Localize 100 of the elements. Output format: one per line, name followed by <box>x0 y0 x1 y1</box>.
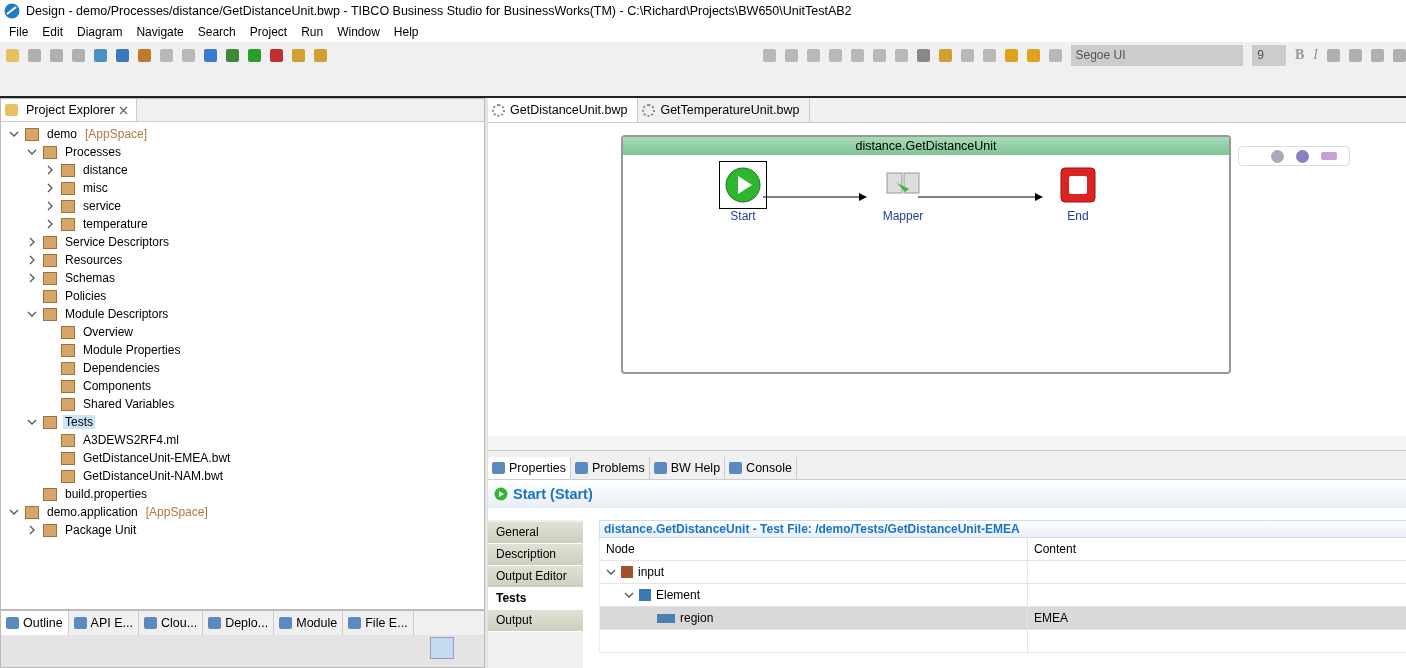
panel-tab[interactable]: Problems <box>571 457 650 479</box>
tree-item[interactable]: Tests <box>63 415 95 429</box>
tree-item[interactable]: Shared Variables <box>81 397 177 411</box>
stop-icon <box>1060 167 1096 203</box>
panel-tab[interactable]: Console <box>725 457 797 479</box>
editor-tab[interactable]: GetTemperatureUnit.bwp <box>638 98 811 122</box>
chevron-icon[interactable] <box>606 567 616 577</box>
menu-item[interactable]: Project <box>242 25 295 39</box>
menu-item[interactable]: Window <box>330 25 387 39</box>
column-header: Node <box>600 538 1028 560</box>
panel-tab[interactable]: BW Help <box>649 457 726 479</box>
tree-item[interactable]: Overview <box>81 325 135 339</box>
chevron-icon[interactable] <box>27 237 37 247</box>
item-icon <box>43 307 57 321</box>
menu-item[interactable]: Edit <box>35 25 71 39</box>
item-icon <box>61 181 75 195</box>
section-tab[interactable]: Output Editor <box>488 566 583 588</box>
tree-item[interactable]: Package Unit <box>63 523 139 537</box>
chevron-icon[interactable] <box>45 201 55 211</box>
chevron-icon[interactable] <box>27 309 37 319</box>
node-label: Mapper <box>882 209 924 223</box>
chevron-icon[interactable] <box>27 525 37 535</box>
explorer-tab[interactable]: Project Explorer <box>1 99 137 121</box>
close-icon[interactable] <box>118 105 128 115</box>
tree-item[interactable]: Processes <box>63 145 124 159</box>
item-icon <box>25 127 39 141</box>
item-icon <box>43 271 57 285</box>
chevron-icon[interactable] <box>27 255 37 265</box>
tool-icon[interactable] <box>226 48 239 62</box>
item-icon <box>61 163 75 177</box>
tool-icon[interactable] <box>248 48 261 62</box>
menu-item[interactable]: Navigate <box>129 25 191 39</box>
table-cell: region <box>680 611 714 625</box>
tree-item[interactable]: Schemas <box>63 271 118 285</box>
tool-icon[interactable] <box>204 48 217 62</box>
item-icon <box>61 397 75 411</box>
item-icon <box>43 235 57 249</box>
tool-icon[interactable] <box>138 48 151 62</box>
tool-icon[interactable] <box>116 48 129 62</box>
editor-tab[interactable]: GetDistanceUnit.bwp <box>488 98 639 122</box>
tool-icon[interactable] <box>94 48 107 62</box>
section-tab[interactable]: General <box>488 522 583 544</box>
item-icon <box>43 523 57 537</box>
panel-tab[interactable]: Properties <box>488 457 571 479</box>
section-tab[interactable]: Output <box>488 610 583 632</box>
chevron-icon[interactable] <box>27 273 37 283</box>
tree-item[interactable]: A3DEWS2RF4.ml <box>81 433 182 447</box>
tree-item[interactable]: Service Descriptors <box>63 235 172 249</box>
table-cell: input <box>638 565 665 579</box>
chevron-icon[interactable] <box>45 219 55 229</box>
item-icon <box>61 379 75 393</box>
panel-tab[interactable]: Outline <box>1 611 69 635</box>
chevron-icon[interactable] <box>9 507 19 517</box>
menu-item[interactable]: Help <box>386 25 426 39</box>
tree-item[interactable]: Dependencies <box>81 361 162 375</box>
menu-item[interactable]: Diagram <box>70 25 130 39</box>
table-row[interactable]: region EMEA <box>600 607 1406 630</box>
tree-item[interactable]: service <box>81 199 123 213</box>
chevron-icon[interactable] <box>45 183 55 193</box>
tree-item[interactable]: demo <box>45 127 80 141</box>
chevron-icon[interactable] <box>27 417 37 427</box>
menu-item[interactable]: Run <box>294 25 331 39</box>
item-icon <box>43 415 57 429</box>
tree-item[interactable]: Resources <box>63 253 125 267</box>
item-icon <box>43 487 57 501</box>
tree-item[interactable]: distance <box>81 163 130 177</box>
size-dropdown[interactable]: 9 <box>1252 44 1286 66</box>
chevron-icon[interactable] <box>45 165 55 175</box>
tool-icon[interactable] <box>292 48 305 62</box>
menu-item[interactable]: File <box>2 25 36 39</box>
tree-item[interactable]: demo.application <box>45 505 140 519</box>
item-icon <box>43 289 57 303</box>
tree-item[interactable]: misc <box>81 181 110 195</box>
activity-node[interactable] <box>719 161 767 209</box>
section-tab[interactable]: Tests <box>488 588 583 610</box>
tree-item[interactable]: Module Descriptors <box>63 307 171 321</box>
item-icon <box>61 361 75 375</box>
item-icon <box>61 325 75 339</box>
tree-item[interactable]: GetDistanceUnit-NAM.bwt <box>81 469 226 483</box>
tree-item[interactable]: GetDistanceUnit-EMEA.bwt <box>81 451 233 465</box>
tree-item[interactable]: Policies <box>63 289 109 303</box>
scrollbar[interactable] <box>488 436 1406 450</box>
section-tab[interactable]: Description <box>488 544 583 566</box>
table-cell: Element <box>656 588 701 602</box>
tree-item[interactable]: build.properties <box>63 487 150 501</box>
tool-icon[interactable] <box>270 48 283 62</box>
chevron-icon[interactable] <box>9 129 19 139</box>
tree-item[interactable]: Module Properties <box>81 343 183 357</box>
tree-item[interactable]: Components <box>81 379 154 393</box>
tree-item[interactable]: temperature <box>81 217 150 231</box>
tool-icon[interactable] <box>314 48 327 62</box>
menu-item[interactable]: Search <box>190 25 243 39</box>
chevron-icon[interactable] <box>27 147 37 157</box>
node-label: End <box>1067 209 1089 223</box>
tool-icon[interactable] <box>916 48 930 62</box>
table-row[interactable]: input <box>600 561 1406 584</box>
font-dropdown[interactable]: Segoe UI <box>1070 44 1244 66</box>
chevron-icon[interactable] <box>624 590 634 600</box>
item-tag: [AppSpace] <box>145 505 208 519</box>
tool-icon[interactable] <box>938 48 952 62</box>
